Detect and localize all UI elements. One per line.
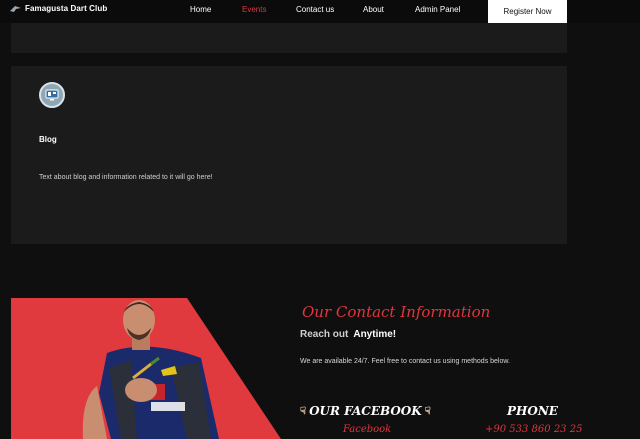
facebook-link[interactable]: Facebook bbox=[343, 424, 391, 435]
phone-heading: PHONE bbox=[507, 404, 558, 418]
reach-out-text: Reach out bbox=[300, 329, 349, 340]
facebook-heading-text: OUR FACEBOOK bbox=[309, 404, 422, 418]
contact-title: Our Contact Information bbox=[302, 303, 491, 321]
facebook-heading: ☟ OUR FACEBOOK ☟ bbox=[300, 404, 431, 418]
anytime-text: Anytime! bbox=[353, 329, 397, 340]
blog-title: Blog bbox=[39, 135, 57, 144]
nav-about[interactable]: About bbox=[363, 5, 384, 14]
nav-contact-us[interactable]: Contact us bbox=[296, 5, 334, 14]
availability-text: We are available 24/7. Feel free to cont… bbox=[300, 358, 510, 365]
nav-admin-panel[interactable]: Admin Panel bbox=[415, 5, 460, 14]
computer-icon bbox=[39, 82, 65, 108]
brand[interactable]: Famagusta Dart Club bbox=[10, 4, 107, 13]
player-photo bbox=[11, 298, 281, 439]
navbar: Famagusta Dart Club Home Events Contact … bbox=[0, 0, 640, 23]
nav-events[interactable]: Events bbox=[242, 5, 266, 14]
register-now-button[interactable]: Register Now bbox=[488, 0, 567, 23]
event-card bbox=[11, 23, 567, 53]
blog-description: Text about blog and information related … bbox=[39, 174, 213, 181]
pointing-hand-icon: ☟ bbox=[424, 405, 431, 417]
brand-name: Famagusta Dart Club bbox=[25, 4, 108, 13]
dart-logo-icon bbox=[10, 5, 21, 12]
blog-card: Blog Text about blog and information rel… bbox=[11, 66, 567, 244]
phone-number-link[interactable]: +90 533 860 23 25 bbox=[485, 424, 582, 435]
pointing-hand-icon: ☟ bbox=[300, 405, 307, 417]
reach-out-heading: Reach out Anytime! bbox=[300, 329, 396, 340]
nav-home[interactable]: Home bbox=[190, 5, 211, 14]
